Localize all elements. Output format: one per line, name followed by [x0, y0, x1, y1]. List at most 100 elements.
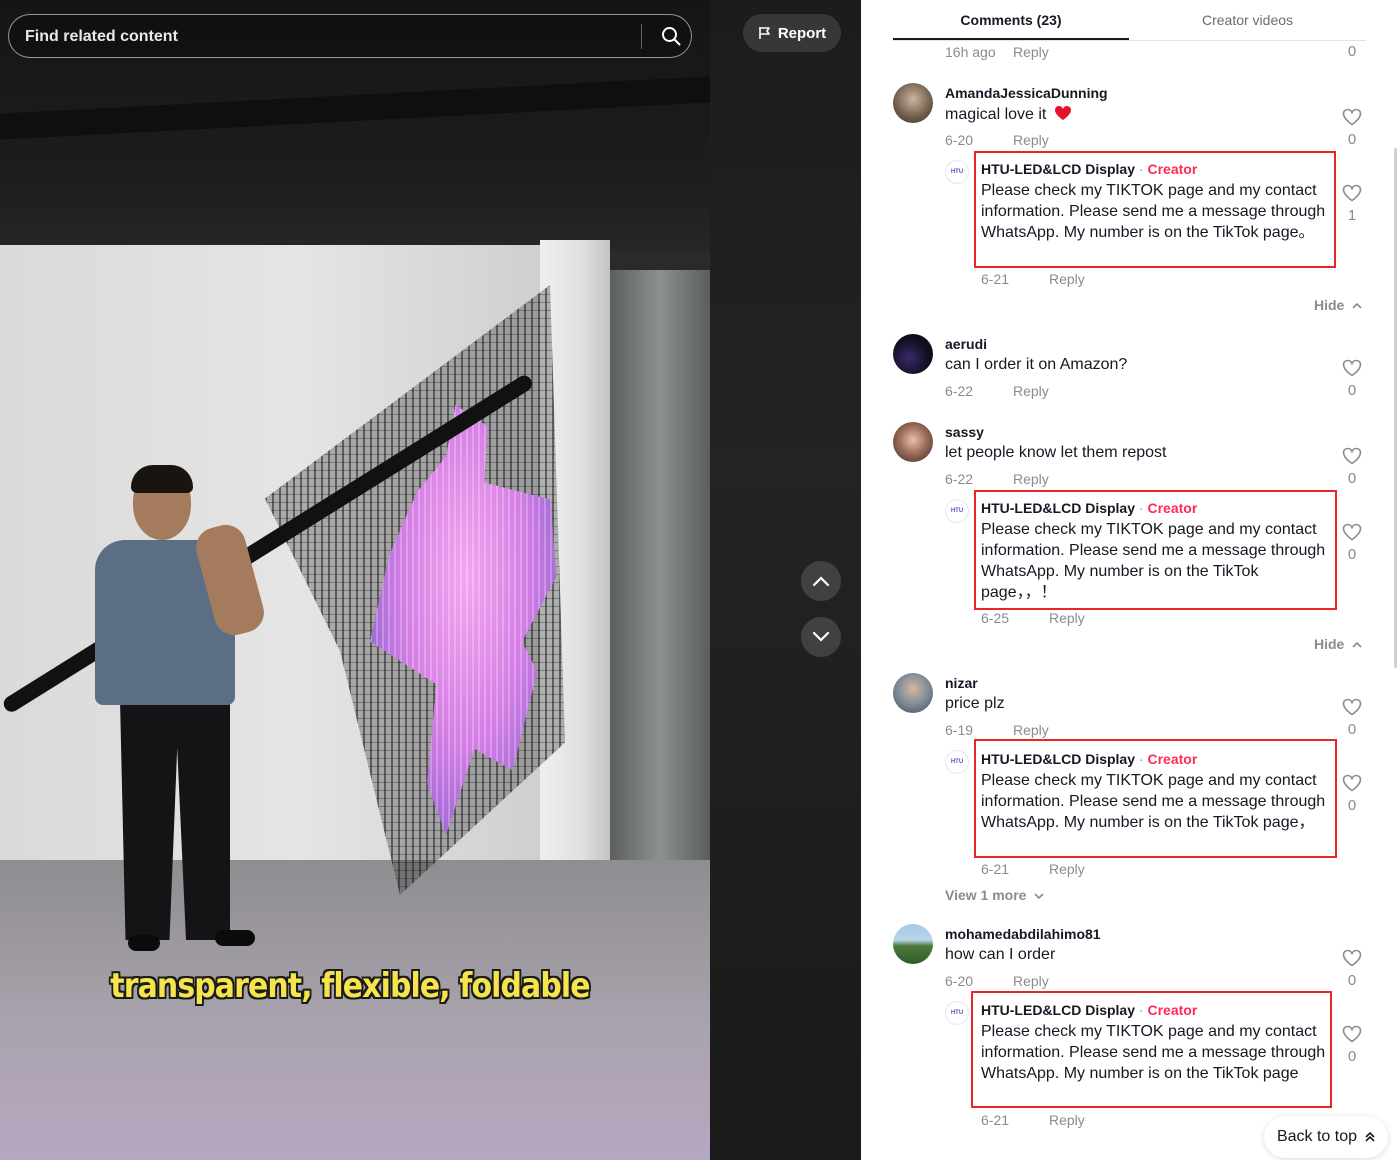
search-button[interactable]: [649, 15, 693, 57]
reply-button[interactable]: Reply: [1049, 861, 1085, 877]
comment-text-content: magical love it: [945, 106, 1047, 123]
like-heart-icon[interactable]: [1342, 523, 1362, 541]
reply-text: Please check my TIKTOK page and my conta…: [981, 772, 1326, 831]
comment-date: 6-20: [945, 973, 974, 989]
previous-video-button[interactable]: [801, 561, 841, 601]
reply-button[interactable]: Reply: [1013, 383, 1049, 399]
reply-button[interactable]: Reply: [1013, 44, 1049, 60]
avatar[interactable]: [893, 924, 933, 964]
reply-button[interactable]: Reply: [1013, 132, 1049, 148]
hide-replies-button[interactable]: Hide: [1314, 636, 1362, 652]
comment-text: how can I order: [945, 946, 1056, 963]
hide-label: Hide: [1314, 297, 1345, 313]
comment-username[interactable]: sassy: [945, 424, 984, 440]
creator-avatar[interactable]: HTU: [945, 499, 969, 523]
tab-comments[interactable]: Comments (23): [893, 0, 1129, 40]
video-caption: transparent, flexible, foldable: [110, 966, 590, 1006]
search-bar: [8, 14, 693, 59]
like-heart-icon[interactable]: [1342, 698, 1362, 716]
back-to-top-button[interactable]: Back to top: [1264, 1116, 1388, 1158]
chevron-up-icon: [1352, 641, 1362, 648]
comment-date: 16h ago: [945, 44, 996, 60]
like-heart-icon[interactable]: [1342, 1025, 1362, 1043]
like-count: 1: [1347, 207, 1357, 224]
comment-username[interactable]: aerudi: [945, 336, 987, 352]
like-count: 0: [1347, 721, 1357, 738]
creator-avatar[interactable]: HTU: [945, 1001, 969, 1025]
like-heart-icon[interactable]: [1342, 359, 1362, 377]
reply-button[interactable]: Reply: [1049, 1112, 1085, 1128]
like-heart-icon[interactable]: [1342, 774, 1362, 792]
person-shoe: [215, 930, 255, 946]
comment-username[interactable]: nizar: [945, 675, 978, 691]
search-input[interactable]: [23, 15, 627, 59]
reply-text: Please check my TIKTOK page and my conta…: [981, 1023, 1326, 1082]
reply-text: Please check my TIKTOK page and my conta…: [981, 182, 1326, 241]
avatar[interactable]: [893, 422, 933, 462]
video-player[interactable]: Report transparent, flexible, foldable: [0, 0, 861, 1160]
like-heart-icon[interactable]: [1342, 108, 1362, 126]
comment-text: price plz: [945, 695, 1005, 712]
tab-creator-videos[interactable]: Creator videos: [1129, 0, 1366, 40]
creator-badge: Creator: [1147, 1002, 1198, 1018]
like-count: 0: [1347, 382, 1357, 399]
reply-button[interactable]: Reply: [1049, 610, 1085, 626]
hide-replies-button[interactable]: Hide: [1314, 297, 1362, 313]
like-heart-icon[interactable]: [1342, 184, 1362, 202]
like-count: 0: [1347, 43, 1357, 60]
report-button[interactable]: Report: [743, 14, 841, 52]
comment-date: 6-20: [945, 132, 974, 148]
back-to-top-label: Back to top: [1276, 1128, 1358, 1145]
comment-text: magical love it: [945, 105, 1072, 124]
heart-emoji-icon: [1054, 106, 1071, 120]
reply-button[interactable]: Reply: [1013, 722, 1049, 738]
comment-text: can I order it on Amazon?: [945, 356, 1128, 373]
scrollbar[interactable]: [1394, 148, 1397, 668]
report-label: Report: [777, 24, 827, 42]
window: [610, 270, 710, 960]
person-hair: [131, 465, 193, 493]
chevron-up-icon: [1352, 302, 1362, 309]
reply-date: 6-25: [981, 610, 1010, 626]
chevron-down-icon: [1034, 893, 1044, 900]
like-count: 0: [1347, 972, 1357, 989]
creator-avatar[interactable]: HTU: [945, 750, 969, 774]
creator-avatar[interactable]: HTU: [945, 160, 969, 184]
chevron-up-icon: [812, 576, 830, 587]
avatar[interactable]: [893, 83, 933, 123]
like-heart-icon[interactable]: [1342, 447, 1362, 465]
creator-badge: Creator: [1147, 500, 1198, 516]
like-heart-icon[interactable]: [1342, 949, 1362, 967]
comments-panel: Comments (23) Creator videos 16h ago Rep…: [861, 0, 1399, 1160]
search-divider: [641, 24, 642, 49]
reply-date: 6-21: [981, 271, 1010, 287]
comment-username[interactable]: mohamedabdilahimo81: [945, 926, 1101, 942]
reply-author[interactable]: HTU-LED&LCD Display: [981, 500, 1135, 516]
double-chevron-up-icon: [1365, 1131, 1375, 1142]
reply-author[interactable]: HTU-LED&LCD Display: [981, 161, 1135, 177]
reply-button[interactable]: Reply: [1013, 973, 1049, 989]
reply-author[interactable]: HTU-LED&LCD Display: [981, 1002, 1135, 1018]
comment-text: let people know let them repost: [945, 444, 1167, 461]
search-icon: [662, 27, 681, 46]
avatar[interactable]: [893, 673, 933, 713]
hide-label: Hide: [1314, 636, 1345, 652]
reply-button[interactable]: Reply: [1013, 471, 1049, 487]
next-video-button[interactable]: [801, 617, 841, 657]
creator-badge: Creator: [1147, 751, 1198, 767]
view-more-replies-button[interactable]: View 1 more: [945, 887, 1044, 903]
tab-bar: Comments (23) Creator videos: [893, 0, 1366, 41]
comment-date: 6-19: [945, 722, 974, 738]
reply-author[interactable]: HTU-LED&LCD Display: [981, 751, 1135, 767]
reply-username: HTU-LED&LCD Display · Creator: [981, 161, 1198, 177]
person-shoe: [128, 935, 160, 951]
floor: [0, 860, 710, 1160]
like-count: 0: [1347, 797, 1357, 814]
flag-icon: [759, 27, 770, 39]
like-count: 0: [1347, 470, 1357, 487]
reply-button[interactable]: Reply: [1049, 271, 1085, 287]
avatar[interactable]: [893, 334, 933, 374]
reply-text: Please check my TIKTOK page and my conta…: [981, 521, 1326, 601]
comment-username[interactable]: AmandaJessicaDunning: [945, 85, 1108, 101]
reply-username: HTU-LED&LCD Display · Creator: [981, 1002, 1198, 1018]
